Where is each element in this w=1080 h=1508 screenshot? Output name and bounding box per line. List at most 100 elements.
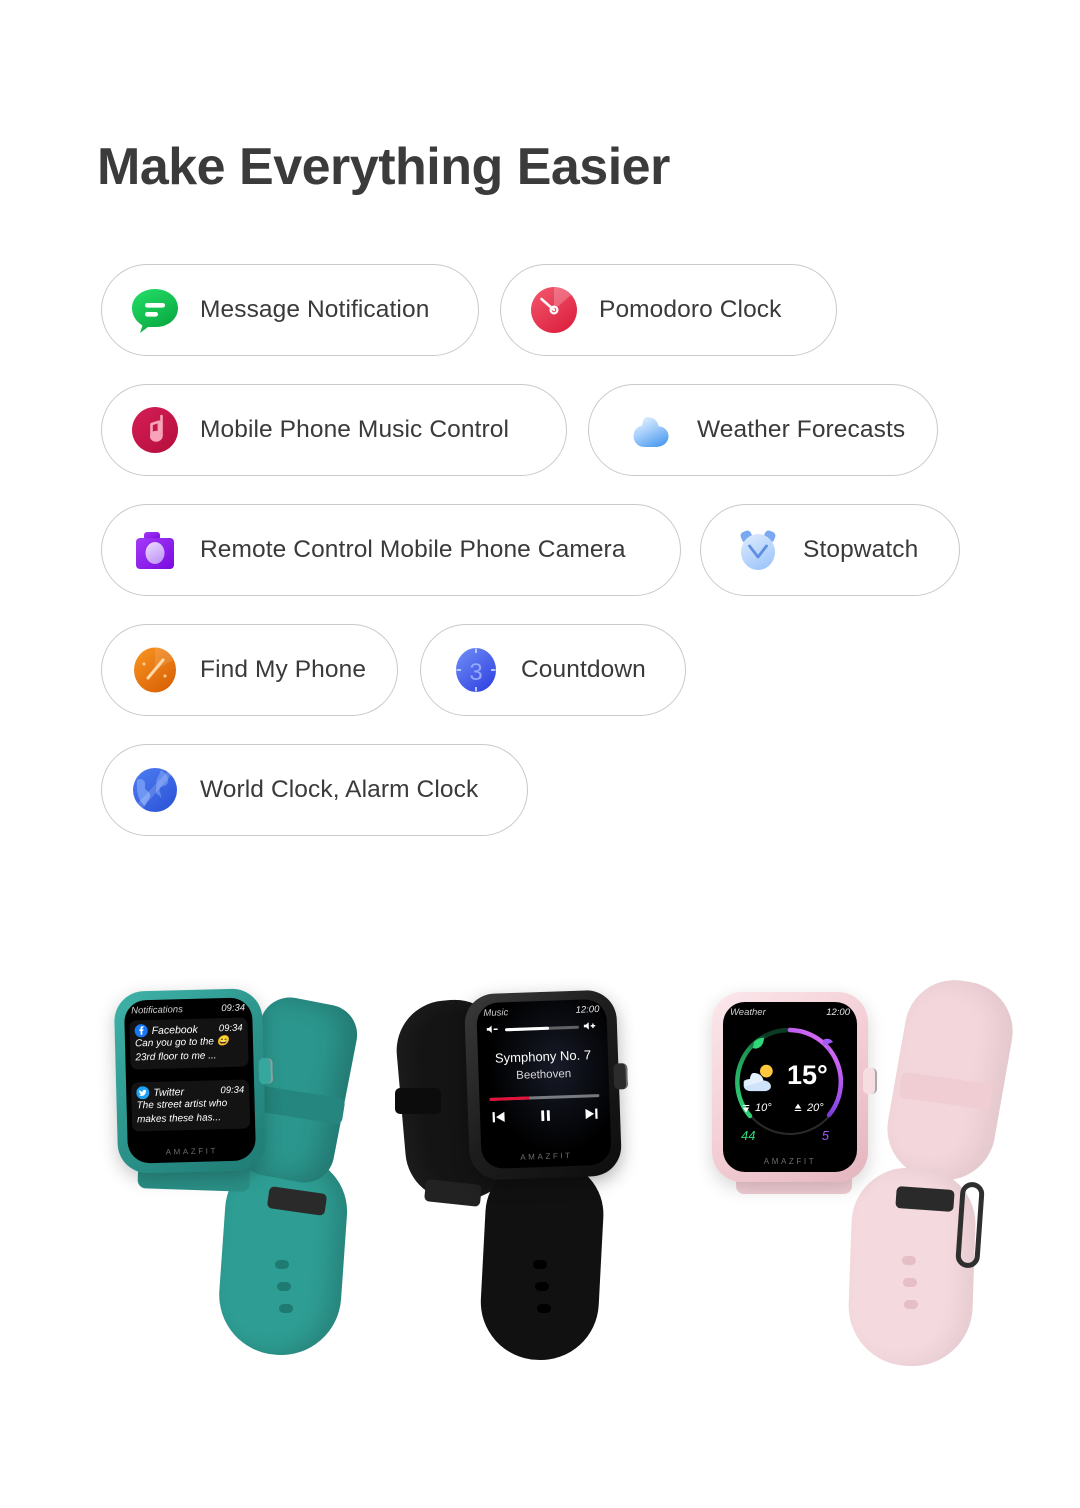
- notification-line-2: 23rd floor to me ...: [135, 1049, 217, 1063]
- message-bubble-icon: [128, 283, 182, 337]
- screen-app-title: Notifications: [131, 1004, 184, 1017]
- pomodoro-timer-icon: [527, 283, 581, 337]
- notification-item[interactable]: Facebook 09:34 Can you go to the 😄 23rd …: [129, 1017, 249, 1070]
- band-keeper-loop: [395, 1088, 441, 1114]
- current-temperature: 15°: [787, 1060, 828, 1090]
- low-temperature: 10°: [755, 1102, 772, 1114]
- watch-screen-music[interactable]: Music 12:00 Symphony No. 7 Beethoven AMA…: [476, 998, 612, 1170]
- high-temperature-group: 20°: [793, 1102, 824, 1114]
- feature-pill-message-notification[interactable]: Message Notification: [101, 264, 479, 356]
- band-hole: [537, 1304, 551, 1313]
- notification-line-2: makes these has...: [136, 1111, 222, 1125]
- watch-green-notifications: Notifications 09:34 Facebook 09:34 Can y…: [100, 960, 400, 1360]
- watch-screen-weather[interactable]: Weather 12:00 15° 10° 20° 44 5 AMAZFIT: [723, 1002, 857, 1172]
- screen-time: 12:00: [575, 1003, 600, 1016]
- page-root: Make Everything Easier Message Notificat…: [0, 0, 1080, 1508]
- playback-progress-fill: [489, 1096, 530, 1101]
- feature-pill-pomodoro-clock[interactable]: Pomodoro Clock: [500, 264, 837, 356]
- band-hole: [904, 1300, 918, 1309]
- watch-crown-button[interactable]: [613, 1063, 629, 1090]
- watch-brand-label: AMAZFIT: [763, 1157, 817, 1166]
- feature-label: Stopwatch: [803, 536, 919, 563]
- notification-app-name: Twitter: [153, 1085, 185, 1099]
- buckle-tongue: [955, 1181, 985, 1269]
- feature-label: Weather Forecasts: [697, 416, 906, 443]
- screen-time: 12:00: [826, 1007, 850, 1018]
- watch-screen-notifications[interactable]: Notifications 09:34 Facebook 09:34 Can y…: [123, 997, 257, 1164]
- volume-down-icon: [486, 1025, 498, 1033]
- feature-label: Mobile Phone Music Control: [200, 416, 509, 443]
- uv-index-value: 5: [821, 1128, 829, 1143]
- watch-crown-button[interactable]: [863, 1068, 877, 1094]
- feature-label: Remote Control Mobile Phone Camera: [200, 536, 626, 563]
- next-track-icon[interactable]: [583, 1105, 601, 1123]
- leaf-icon: [753, 1037, 764, 1049]
- watch-case: Notifications 09:34 Facebook 09:34 Can y…: [113, 988, 274, 1174]
- notification-time: 09:34: [220, 1084, 245, 1097]
- cloud-icon: [625, 403, 679, 457]
- watch-crown-button[interactable]: [258, 1057, 274, 1085]
- countdown-badge-value: 3: [469, 659, 482, 686]
- screen-header: Music 12:00: [483, 1004, 599, 1019]
- notification-app-name: Facebook: [151, 1023, 198, 1037]
- air-quality-value: 44: [741, 1128, 756, 1143]
- feature-label: Countdown: [521, 656, 646, 683]
- temperature-low-icon: [742, 1105, 750, 1113]
- track-title: Symphony No. 7: [494, 1047, 592, 1066]
- volume-control[interactable]: [485, 1021, 599, 1035]
- feature-label: Pomodoro Clock: [599, 296, 782, 323]
- watch-black-music: Music 12:00 Symphony No. 7 Beethoven AMA…: [392, 960, 695, 1363]
- feature-pill-world-clock-alarm-clock[interactable]: World Clock, Alarm Clock: [101, 744, 528, 836]
- band-hole: [279, 1304, 293, 1313]
- watch-case: Weather 12:00 15° 10° 20° 44 5 AMAZFIT: [712, 992, 877, 1182]
- high-temperature: 20°: [807, 1102, 824, 1114]
- screen-header: Notifications 09:34: [131, 1003, 245, 1017]
- feature-pill-mobile-phone-music-control[interactable]: Mobile Phone Music Control: [101, 384, 567, 476]
- page-title: Make Everything Easier: [97, 138, 670, 196]
- alarm-clock-icon: [731, 523, 785, 577]
- band-hole: [533, 1260, 547, 1269]
- previous-track-icon[interactable]: [490, 1108, 508, 1126]
- music-note-icon: [128, 403, 182, 457]
- twitter-icon: [136, 1086, 150, 1100]
- pause-icon[interactable]: [536, 1107, 554, 1125]
- playback-progress-track[interactable]: [489, 1094, 600, 1101]
- band-hole: [275, 1260, 289, 1269]
- feature-label: Find My Phone: [200, 656, 367, 683]
- feature-pill-remote-control-mobile-phone-camera[interactable]: Remote Control Mobile Phone Camera: [101, 504, 681, 596]
- screen-header: Weather 12:00: [730, 1007, 850, 1018]
- screen-app-title: Music: [483, 1007, 509, 1020]
- screen-app-title: Weather: [730, 1007, 766, 1018]
- globe-icon: [128, 763, 182, 817]
- watch-buckle: [424, 1179, 482, 1207]
- camera-icon: [128, 523, 182, 577]
- countdown-icon: 3: [449, 643, 503, 697]
- band-hole: [277, 1282, 291, 1291]
- feature-pill-weather-forecasts[interactable]: Weather Forecasts: [588, 384, 938, 476]
- band-hole: [535, 1282, 549, 1291]
- sun-behind-cloud-icon: [743, 1064, 773, 1092]
- watch-brand-label: AMAZFIT: [165, 1146, 219, 1157]
- weather-arc-gauges: [735, 1027, 844, 1135]
- feature-pill-stopwatch[interactable]: Stopwatch: [700, 504, 960, 596]
- watch-case: Music 12:00 Symphony No. 7 Beethoven AMA…: [463, 989, 629, 1181]
- feature-pill-find-my-phone[interactable]: Find My Phone: [101, 624, 398, 716]
- volume-slider-track[interactable]: [504, 1025, 580, 1031]
- feature-pill-countdown[interactable]: 3 Countdown: [420, 624, 686, 716]
- watch-brand-label: AMAZFIT: [520, 1151, 573, 1162]
- watch-pink-weather: Weather 12:00 15° 10° 20° 44 5 AMAZFIT: [700, 960, 1021, 1369]
- band-hole: [902, 1256, 916, 1265]
- notification-time: 09:34: [218, 1022, 243, 1035]
- temperature-high-icon: [794, 1103, 802, 1111]
- feature-label: World Clock, Alarm Clock: [200, 776, 479, 803]
- notification-item[interactable]: Twitter 09:34 The street artist who make…: [131, 1079, 251, 1132]
- playback-controls: [490, 1105, 601, 1126]
- facebook-icon: [134, 1024, 148, 1038]
- product-watch-group: Notifications 09:34 Facebook 09:34 Can y…: [0, 960, 1080, 1380]
- find-phone-icon: [128, 643, 182, 697]
- band-hole: [903, 1278, 917, 1287]
- screen-time: 09:34: [221, 1002, 246, 1015]
- low-temperature-group: 10°: [741, 1102, 772, 1114]
- feature-label: Message Notification: [200, 296, 430, 323]
- volume-up-icon: [583, 1022, 596, 1030]
